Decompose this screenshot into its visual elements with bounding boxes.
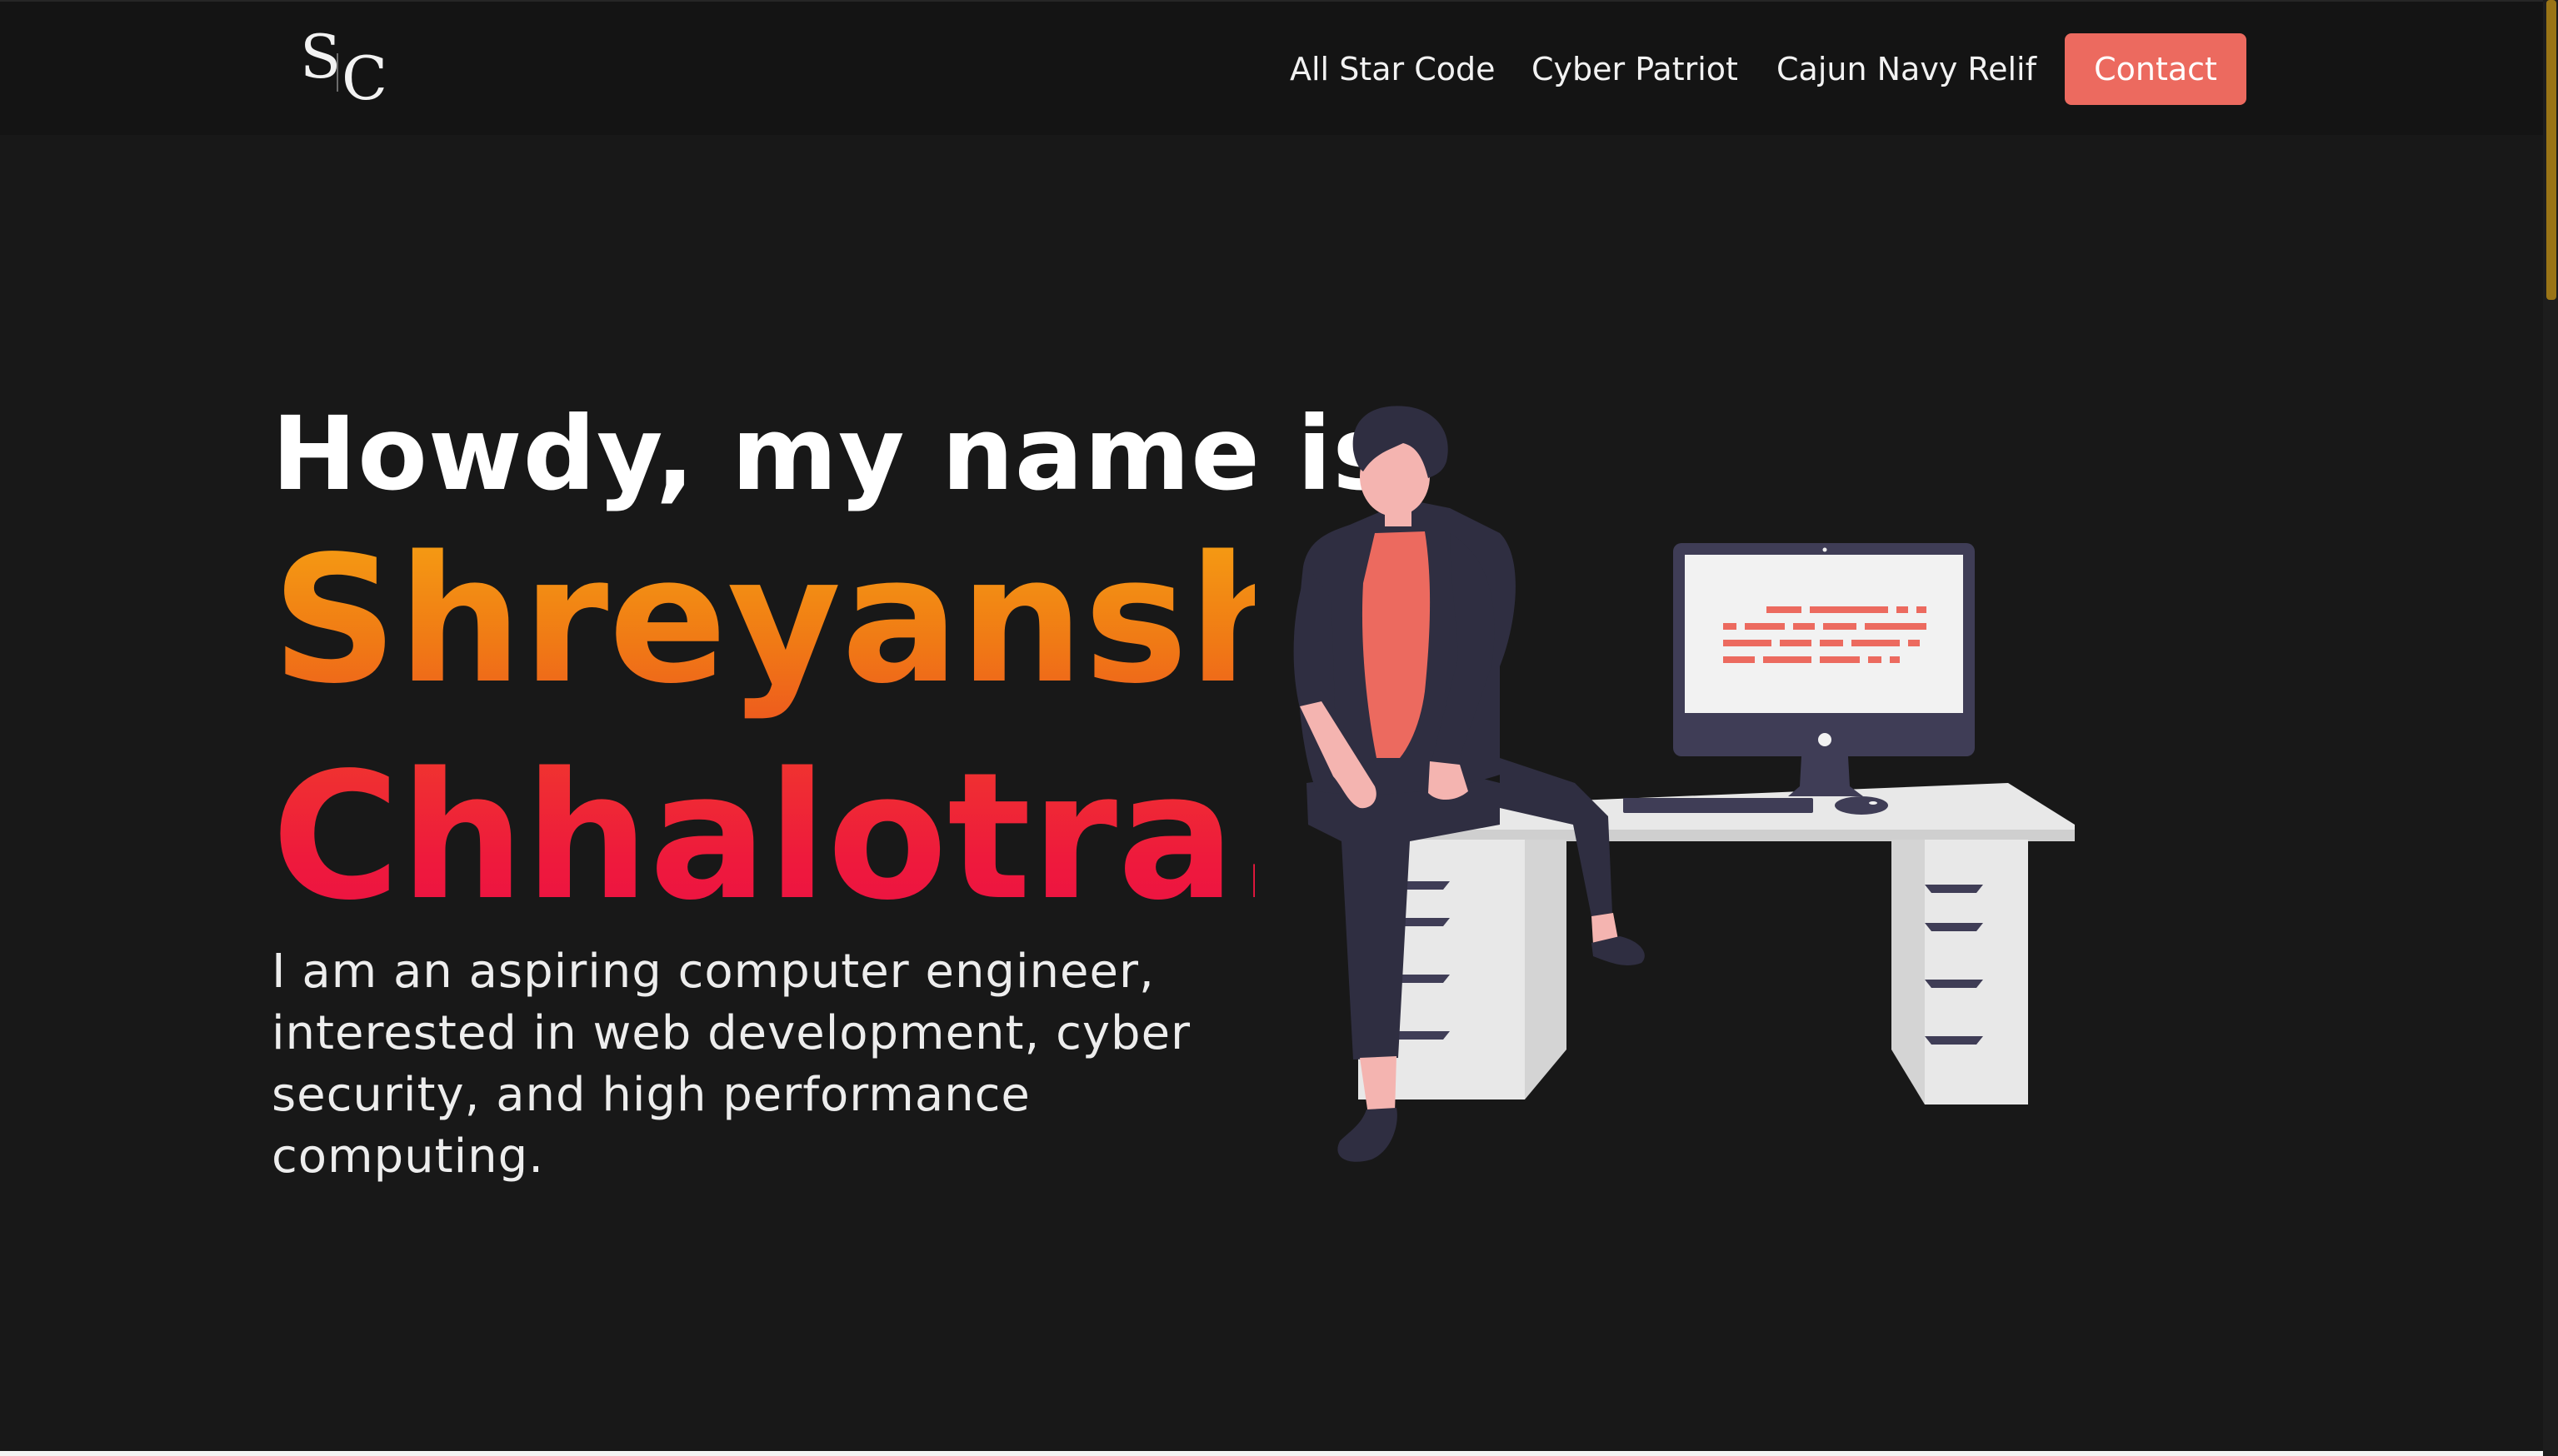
computer-monitor [1673,543,1975,796]
nav-link-cajun-navy-relif[interactable]: Cajun Navy Relif [1776,48,2036,90]
logo-divider [337,53,338,92]
navbar: S C All Star Code Cyber Patriot Cajun Na… [0,0,2543,135]
keyboard [1623,798,1813,813]
hero-illustration [1293,406,2075,1162]
scrollbar[interactable] [2543,0,2558,1456]
logo[interactable]: S C [298,23,390,110]
hero-bio: I am an aspiring computer engineer, inte… [272,945,1192,1184]
logo-letter-c: C [342,43,388,113]
nav-link-cyber-patriot[interactable]: Cyber Patriot [1531,48,1738,90]
logo-letter-s: S [300,22,342,92]
nav-link-all-star-code[interactable]: All Star Code [1290,48,1495,90]
mouse [1835,796,1888,815]
contact-button[interactable]: Contact [2065,33,2246,105]
hero-greeting: Howdy, my name is [272,395,1394,513]
portfolio-page: S C All Star Code Cyber Patriot Cajun Na… [0,0,2558,1456]
hero-first-name: Shreyansh [272,516,1312,725]
hero-last-name: Chhalotra. [272,733,1302,941]
scrollbar-thumb[interactable] [2546,0,2556,300]
desk [1358,783,2075,1104]
next-section-edge [0,1451,2543,1456]
